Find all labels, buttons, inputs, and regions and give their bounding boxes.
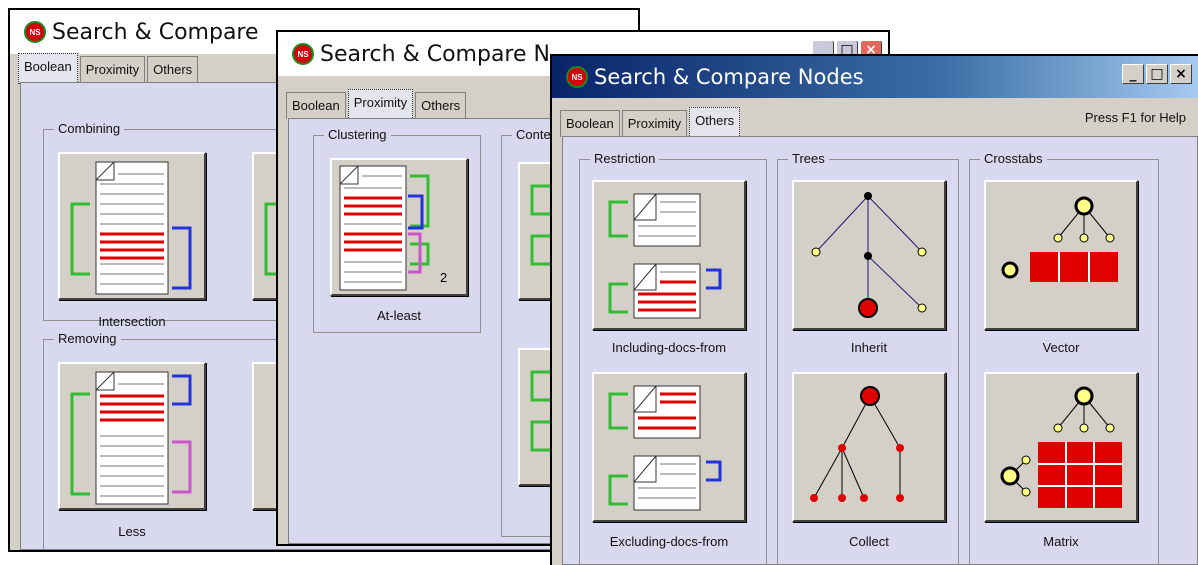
title-bar[interactable]: NS Search & Compare Nodes _ □ × <box>552 56 1198 98</box>
minimize-button[interactable]: _ <box>1122 64 1144 84</box>
at-least-button[interactable]: 2 <box>330 158 468 296</box>
tool-label: At-least <box>376 308 422 323</box>
group-label: Crosstabs <box>980 151 1047 166</box>
tab-proximity[interactable]: Proximity <box>621 110 688 137</box>
inherit-button[interactable] <box>792 180 946 330</box>
group-label: Trees <box>788 151 829 166</box>
tool-label: Excluding-docs-from <box>609 534 729 549</box>
less-icon <box>70 371 192 505</box>
tool-label: Less <box>118 524 146 539</box>
close-button[interactable]: × <box>1170 64 1192 84</box>
tool-label: Including-docs-from <box>611 340 727 355</box>
window-title: Search & Compare Nodes <box>594 65 864 89</box>
group-crosstabs: Crosstabs Vector Matrix <box>969 151 1159 565</box>
vector-button[interactable] <box>984 180 1138 330</box>
tab-boolean[interactable]: Boolean <box>286 92 346 119</box>
collect-button[interactable] <box>792 372 946 522</box>
tool-label: Inherit <box>850 340 888 355</box>
tool-label: Intersection <box>98 314 166 329</box>
inherit-icon <box>811 192 927 318</box>
excluding-docs-from-button[interactable] <box>592 372 746 522</box>
tab-others[interactable]: Others <box>689 107 741 138</box>
tab-proximity[interactable]: Proximity <box>347 89 414 120</box>
group-label: Clustering <box>324 127 391 142</box>
ns-logo-icon: NS <box>292 43 314 65</box>
matrix-icon <box>1000 386 1122 508</box>
including-docs-from-button[interactable] <box>592 180 746 330</box>
vector-icon <box>1001 196 1118 282</box>
including-docs-from-icon <box>608 193 722 319</box>
intersection-button[interactable] <box>58 152 206 300</box>
help-hint: Press F1 for Help <box>1084 110 1186 125</box>
ns-logo-icon: NS <box>566 66 588 88</box>
tool-label: Vector <box>1042 340 1080 355</box>
group-restriction: Restriction Including-docs-from Excludin… <box>579 151 767 565</box>
group-label: Removing <box>54 331 121 346</box>
tab-boolean[interactable]: Boolean <box>560 110 620 137</box>
group-trees: Trees Inherit Collect <box>777 151 959 565</box>
window-title: Search & Compare <box>52 19 259 45</box>
tool-label: Matrix <box>1043 534 1079 549</box>
tab-bar: Boolean Proximity Others <box>18 53 200 84</box>
collect-icon <box>810 386 904 502</box>
window-title: Search & Compare N <box>320 41 550 67</box>
matrix-button[interactable] <box>984 372 1138 522</box>
group-clustering: Clustering 2 At-least <box>313 127 481 333</box>
tab-boolean[interactable]: Boolean <box>18 53 78 84</box>
tool-label: Collect <box>849 534 889 549</box>
group-label: Combining <box>54 121 125 136</box>
tab-others[interactable]: Others <box>147 56 199 83</box>
window-controls: _ □ × <box>1122 64 1192 84</box>
tab-bar: Boolean Proximity Others <box>560 107 742 138</box>
group-label: Conte <box>512 127 555 142</box>
ns-logo-icon: NS <box>24 21 46 43</box>
tab-panel: Restriction Including-docs-from Excludin… <box>562 136 1198 565</box>
tab-bar: Boolean Proximity Others <box>286 89 468 120</box>
group-label: Restriction <box>590 151 660 166</box>
tab-proximity[interactable]: Proximity <box>79 56 146 83</box>
intersection-icon <box>70 161 192 295</box>
less-button[interactable] <box>58 362 206 510</box>
tab-others[interactable]: Others <box>415 92 467 119</box>
at-least-badge: 2 <box>440 270 448 285</box>
window-others: NS Search & Compare Nodes _ □ × Boolean … <box>550 54 1198 565</box>
maximize-button[interactable]: □ <box>1146 64 1168 84</box>
excluding-docs-from-icon <box>608 385 722 511</box>
